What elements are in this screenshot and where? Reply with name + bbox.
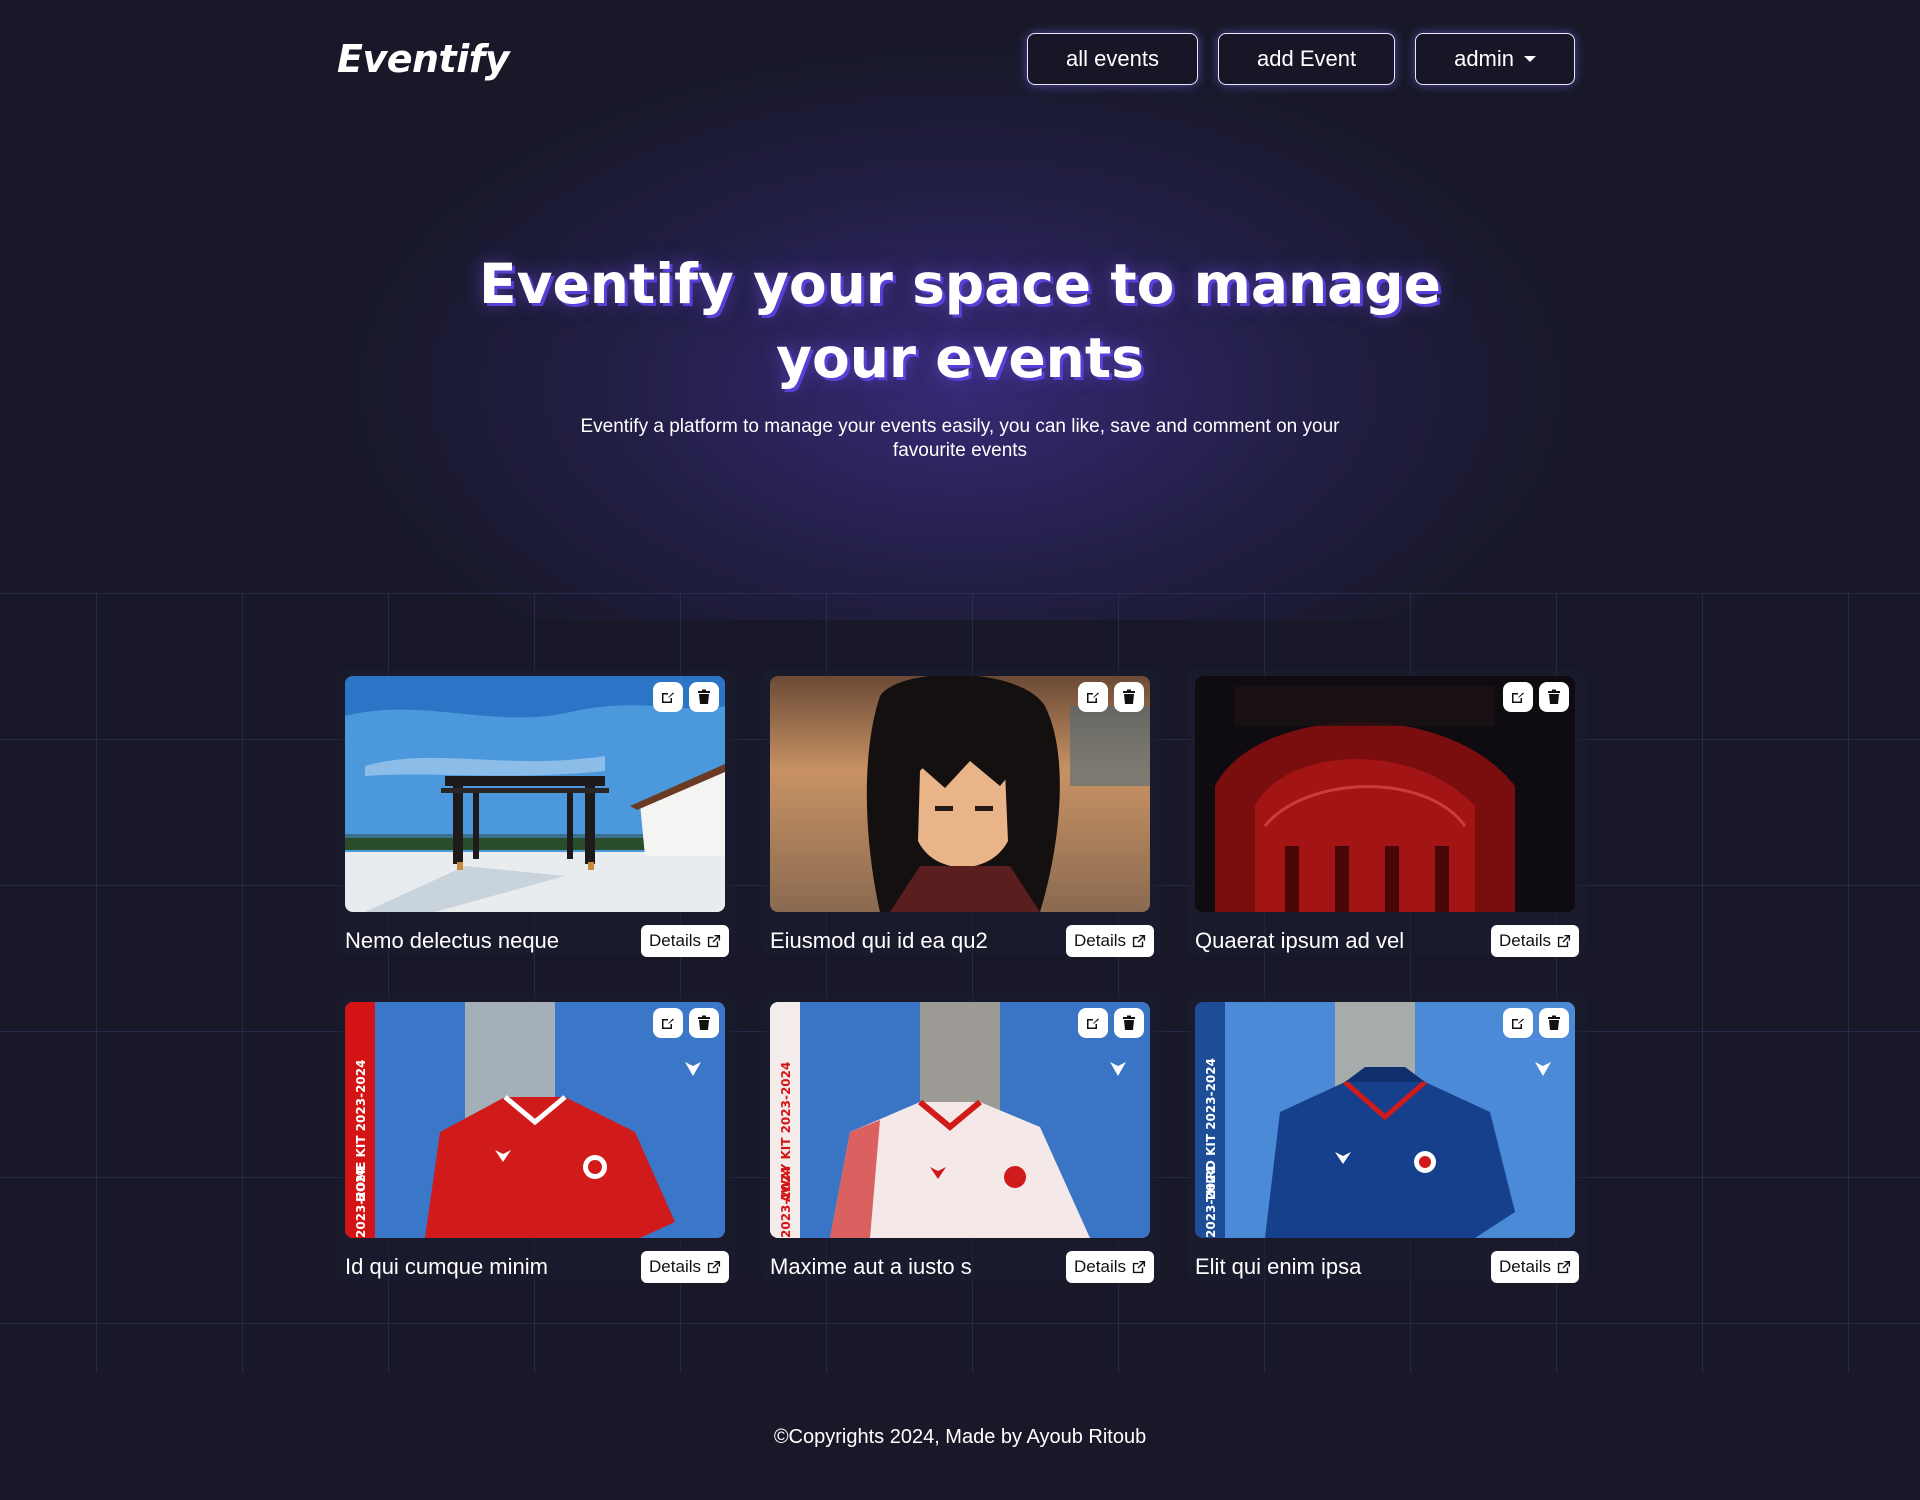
external-link-icon — [707, 1260, 721, 1273]
add-event-label: add Event — [1257, 46, 1357, 71]
trash-icon[interactable] — [1539, 682, 1569, 712]
event-card: Eiusmod qui id ea qu2 Details — [762, 668, 1162, 957]
edit-icon[interactable] — [653, 682, 683, 712]
event-image[interactable]: HOME KIT 2023-2024 2023-2024 — [345, 1002, 725, 1238]
trash-icon[interactable] — [1539, 1008, 1569, 1038]
edit-icon[interactable] — [1503, 682, 1533, 712]
card-footer: Elit qui enim ipsa Details — [1195, 1238, 1579, 1296]
card-actions — [653, 1008, 719, 1038]
hero-subtitle: Eventify a platform to manage your event… — [580, 416, 1340, 461]
hero: Eventify your space to manage your event… — [460, 247, 1460, 463]
event-image[interactable] — [345, 676, 725, 912]
admin-label: admin — [1454, 46, 1514, 71]
card-actions — [653, 682, 719, 712]
admin-dropdown[interactable]: admin — [1415, 33, 1575, 85]
details-button[interactable]: Details — [1491, 1251, 1579, 1283]
kit-banner-short-text: 2023-2024 — [354, 1166, 368, 1238]
event-title[interactable]: Id qui cumque minim — [345, 1254, 548, 1280]
event-card: THIRD KIT 2023-2024 2023-2024 Elit qui e… — [1187, 994, 1587, 1283]
copyright-text: ©Copyrights 2024, Made by Ayoub Ritoub — [773, 1426, 1147, 1448]
card-footer: Id qui cumque minim Details — [345, 1238, 729, 1296]
caret-down-icon — [1524, 56, 1536, 62]
event-title[interactable]: Quaerat ipsum ad vel — [1195, 928, 1404, 954]
details-button[interactable]: Details — [1066, 1251, 1154, 1283]
trash-icon[interactable] — [1114, 1008, 1144, 1038]
main-nav: all events add Event admin — [1027, 33, 1575, 85]
details-button[interactable]: Details — [1491, 925, 1579, 957]
event-card: AWAY KIT 2023-2024 2023-2024 Maxime aut … — [762, 994, 1162, 1283]
external-link-icon — [1557, 1260, 1571, 1273]
event-title[interactable]: Elit qui enim ipsa — [1195, 1254, 1361, 1280]
details-button[interactable]: Details — [641, 925, 729, 957]
edit-icon[interactable] — [1078, 682, 1108, 712]
details-label: Details — [1499, 931, 1551, 950]
edit-icon[interactable] — [1503, 1008, 1533, 1038]
kit-banner-short-text: 2023-2024 — [779, 1166, 793, 1238]
event-image[interactable]: AWAY KIT 2023-2024 2023-2024 — [770, 1002, 1150, 1238]
card-actions — [1078, 1008, 1144, 1038]
event-grid: Nemo delectus neque Details Eiusmod qui … — [337, 668, 1587, 1283]
trash-icon[interactable] — [689, 1008, 719, 1038]
event-image[interactable]: THIRD KIT 2023-2024 2023-2024 — [1195, 1002, 1575, 1238]
top-header: Eventify all events add Event admin — [337, 33, 1575, 85]
details-label: Details — [649, 1257, 701, 1276]
event-card: Nemo delectus neque Details — [337, 668, 737, 957]
external-link-icon — [1557, 934, 1571, 947]
event-title[interactable]: Maxime aut a iusto s — [770, 1254, 972, 1280]
trash-icon[interactable] — [1114, 682, 1144, 712]
all-events-label: all events — [1066, 46, 1159, 71]
hero-title: Eventify your space to manage your event… — [479, 252, 1441, 390]
external-link-icon — [1132, 934, 1146, 947]
event-image[interactable] — [770, 676, 1150, 912]
edit-icon[interactable] — [1078, 1008, 1108, 1038]
all-events-button[interactable]: all events — [1027, 33, 1198, 85]
event-image[interactable] — [1195, 676, 1575, 912]
event-card: Quaerat ipsum ad vel Details — [1187, 668, 1587, 957]
trash-icon[interactable] — [689, 682, 719, 712]
details-label: Details — [1499, 1257, 1551, 1276]
card-footer: Nemo delectus neque Details — [345, 912, 729, 970]
page-footer: ©Copyrights 2024, Made by Ayoub Ritoub — [0, 1426, 1920, 1449]
external-link-icon — [1132, 1260, 1146, 1273]
card-actions — [1078, 682, 1144, 712]
details-label: Details — [649, 931, 701, 950]
event-title[interactable]: Nemo delectus neque — [345, 928, 559, 954]
details-button[interactable]: Details — [1066, 925, 1154, 957]
card-footer: Maxime aut a iusto s Details — [770, 1238, 1154, 1296]
card-footer: Quaerat ipsum ad vel Details — [1195, 912, 1579, 970]
logo[interactable]: Eventify — [337, 37, 510, 81]
card-actions — [1503, 1008, 1569, 1038]
add-event-button[interactable]: add Event — [1218, 33, 1396, 85]
details-label: Details — [1074, 931, 1126, 950]
edit-icon[interactable] — [653, 1008, 683, 1038]
kit-banner-short-text: 2023-2024 — [1204, 1166, 1218, 1238]
event-title[interactable]: Eiusmod qui id ea qu2 — [770, 928, 988, 954]
card-footer: Eiusmod qui id ea qu2 Details — [770, 912, 1154, 970]
details-button[interactable]: Details — [641, 1251, 729, 1283]
details-label: Details — [1074, 1257, 1126, 1276]
card-actions — [1503, 682, 1569, 712]
external-link-icon — [707, 934, 721, 947]
event-card: HOME KIT 2023-2024 2023-2024 Id qui cumq… — [337, 994, 737, 1283]
